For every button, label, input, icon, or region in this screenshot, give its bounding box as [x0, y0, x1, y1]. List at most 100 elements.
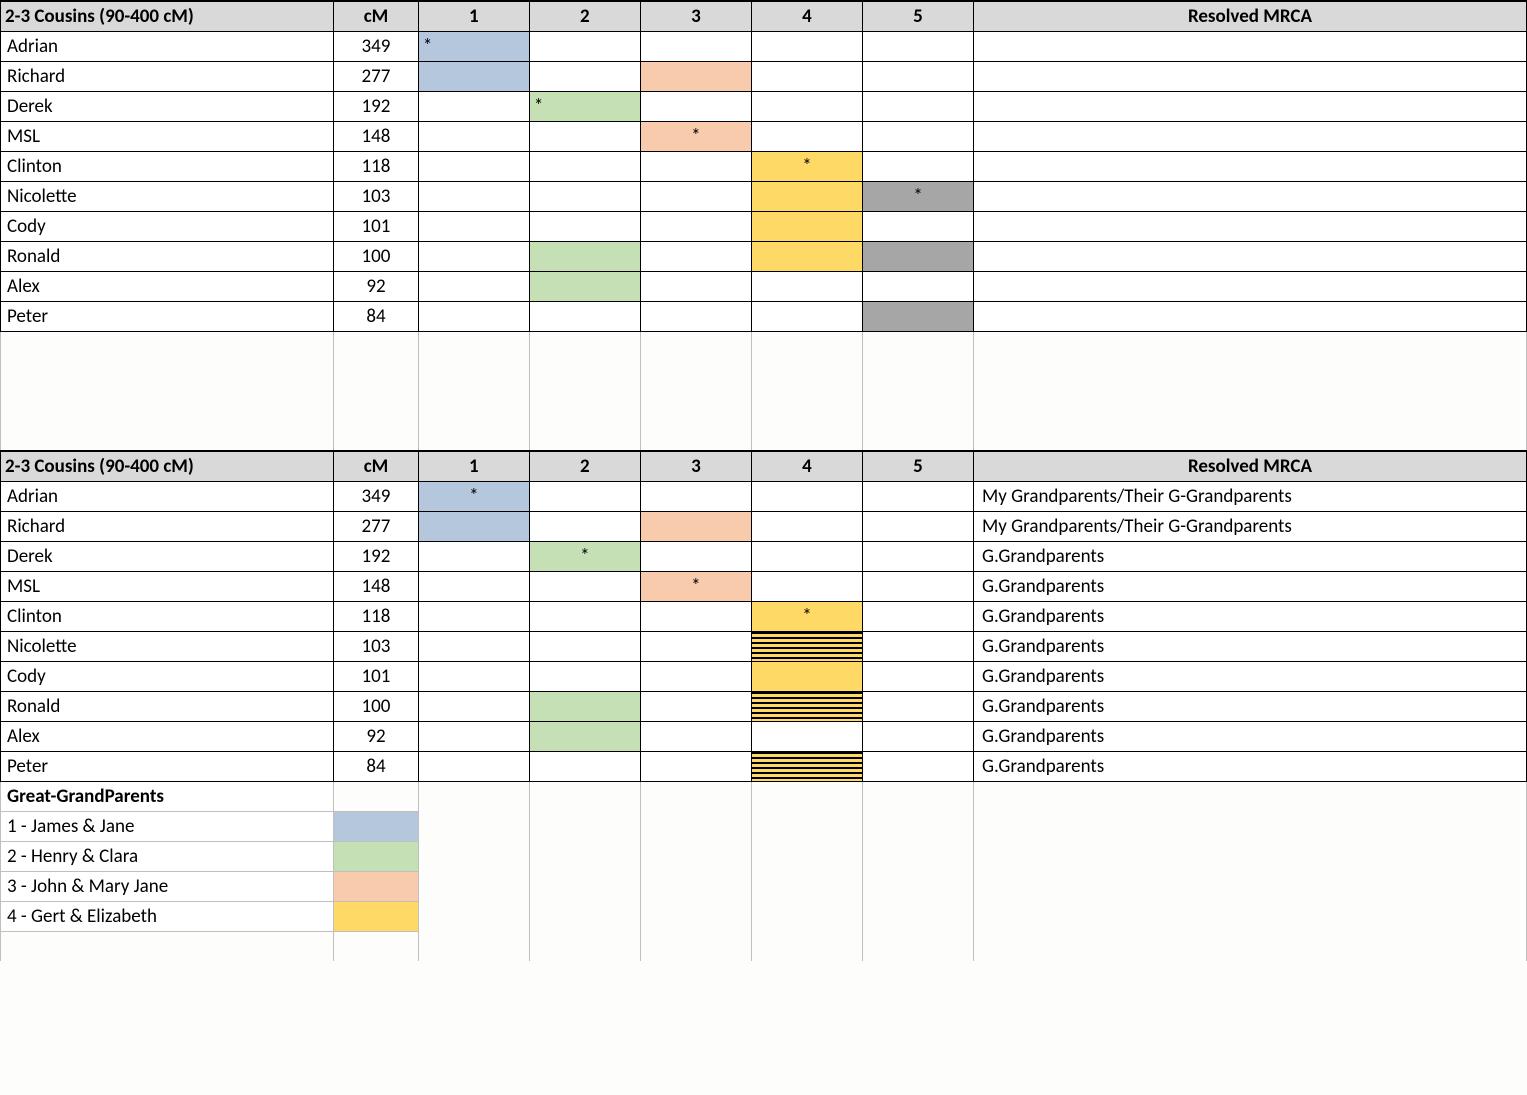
cell-name: Adrian: [7, 485, 58, 508]
group-cell: [751, 241, 862, 271]
group-fill: [530, 242, 640, 271]
cell-cm: 101: [362, 215, 391, 238]
cell-name: Alex: [7, 275, 40, 298]
table-row: Peter84: [1, 301, 1527, 331]
table-row: Peter84G.Grandparents: [1, 751, 1527, 781]
group-cell: *: [862, 181, 973, 211]
cell-cm: 92: [366, 275, 385, 298]
group-cell: [862, 511, 973, 541]
table-row: Ronald100: [1, 241, 1527, 271]
cell-cm: 84: [366, 755, 385, 778]
legend-row: 3 - John & Mary Jane: [1, 871, 1527, 901]
group-fill: [752, 212, 862, 241]
group-cell: [418, 631, 529, 661]
legend-swatch: [334, 812, 418, 841]
cell-star: *: [691, 125, 700, 148]
group-cell: [418, 571, 529, 601]
group-fill: [752, 662, 862, 691]
cell-name: Richard: [7, 515, 65, 538]
header-group-4: 4: [802, 5, 812, 28]
group-cell: [529, 271, 640, 301]
table-row: Richard277: [1, 61, 1527, 91]
group-cell: [751, 691, 862, 721]
cell-star: *: [691, 575, 700, 598]
group-cell: [751, 631, 862, 661]
cell-mrca: G.Grandparents: [982, 725, 1104, 748]
cell-name: Clinton: [7, 155, 62, 178]
header-row: 2-3 Cousins (90-400 cM)cM12345Resolved M…: [1, 451, 1527, 481]
group-cell: [418, 601, 529, 631]
group-cell: [751, 661, 862, 691]
group-cell: [418, 91, 529, 121]
group-cell: [862, 91, 973, 121]
header-group-3: 3: [691, 455, 701, 478]
legend-label: 2 - Henry & Clara: [7, 845, 138, 868]
group-cell: [418, 271, 529, 301]
group-cell: [418, 541, 529, 571]
group-cell: *: [529, 541, 640, 571]
group-cell: [640, 691, 751, 721]
group-cell: [529, 631, 640, 661]
cell-cm: 277: [362, 515, 391, 538]
group-fill: [530, 722, 640, 751]
group-cell: [640, 511, 751, 541]
group-cell: [751, 31, 862, 61]
group-cell: *: [640, 121, 751, 151]
cell-cm: 92: [366, 725, 385, 748]
group-cell: [418, 151, 529, 181]
legend-row: 4 - Gert & Elizabeth: [1, 901, 1527, 931]
cell-star: *: [580, 545, 589, 568]
group-cell: [529, 151, 640, 181]
cell-star: *: [469, 485, 478, 508]
group-cell: [529, 181, 640, 211]
cell-name: Alex: [7, 725, 40, 748]
group-cell: *: [529, 91, 640, 121]
legend-swatch: [334, 902, 418, 931]
table-row: Adrian349* My Grandparents/Their G-Grand…: [1, 481, 1527, 511]
table-row: Derek192*G.Grandparents: [1, 541, 1527, 571]
cell-cm: 148: [362, 575, 391, 598]
group-cell: [862, 541, 973, 571]
group-fill: [530, 272, 640, 301]
header-cm: cM: [364, 5, 389, 28]
group-cell: [862, 481, 973, 511]
group-cell: [751, 211, 862, 241]
spreadsheet: 2-3 Cousins (90-400 cM)cM12345Resolved M…: [0, 0, 1527, 961]
cell-name: Derek: [7, 545, 53, 568]
cell-name: MSL: [7, 575, 40, 598]
legend-label: 4 - Gert & Elizabeth: [7, 905, 157, 928]
legend-title: Great-GrandParents: [7, 785, 164, 808]
cell-name: Richard: [7, 65, 65, 88]
group-cell: [751, 121, 862, 151]
group-cell: [640, 301, 751, 331]
cell-cm: 349: [362, 35, 391, 58]
cell-name: MSL: [7, 125, 40, 148]
group-cell: [862, 61, 973, 91]
header-group-5: 5: [913, 455, 923, 478]
group-cell: [640, 721, 751, 751]
group-cell: [751, 571, 862, 601]
main-table: 2-3 Cousins (90-400 cM)cM12345Resolved M…: [0, 0, 1527, 961]
group-cell: [640, 241, 751, 271]
group-cell: [418, 691, 529, 721]
table-row: Nicolette103*: [1, 181, 1527, 211]
group-cell: [640, 151, 751, 181]
table-row: Cody101: [1, 211, 1527, 241]
group-cell: [418, 301, 529, 331]
group-cell: [862, 121, 973, 151]
legend-label: 3 - John & Mary Jane: [7, 875, 168, 898]
group-cell: *: [418, 31, 529, 61]
group-cell: [862, 271, 973, 301]
cell-mrca: G.Grandparents: [982, 545, 1104, 568]
cell-name: Adrian: [7, 35, 58, 58]
cell-cm: 100: [362, 695, 391, 718]
group-cell: [529, 661, 640, 691]
legend-swatch: [334, 842, 418, 871]
group-cell: *: [751, 151, 862, 181]
group-cell: [751, 271, 862, 301]
group-cell: [640, 271, 751, 301]
header-title: 2-3 Cousins (90-400 cM): [5, 5, 194, 28]
group-cell: [751, 481, 862, 511]
group-cell: [529, 61, 640, 91]
blank-row: [1, 361, 1527, 391]
